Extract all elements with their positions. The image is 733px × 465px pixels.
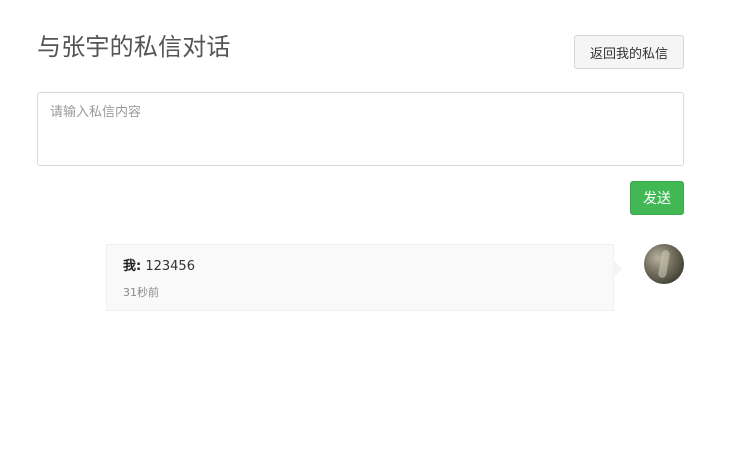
message-time: 31秒前 <box>123 286 159 299</box>
message-bubble: 我: 123456 31秒前 <box>106 244 614 311</box>
message-input[interactable] <box>37 92 684 166</box>
message-line: 我: 123456 <box>123 258 195 276</box>
message-text: 123456 <box>145 259 195 274</box>
bubble-arrow <box>613 260 622 278</box>
message-sender: 我: <box>123 259 142 274</box>
page-title: 与张宇的私信对话 <box>37 33 231 61</box>
send-button[interactable]: 发送 <box>630 181 684 215</box>
message-item: 我: 123456 31秒前 <box>106 244 684 312</box>
back-to-messages-button[interactable]: 返回我的私信 <box>574 35 684 69</box>
avatar[interactable] <box>644 244 684 284</box>
